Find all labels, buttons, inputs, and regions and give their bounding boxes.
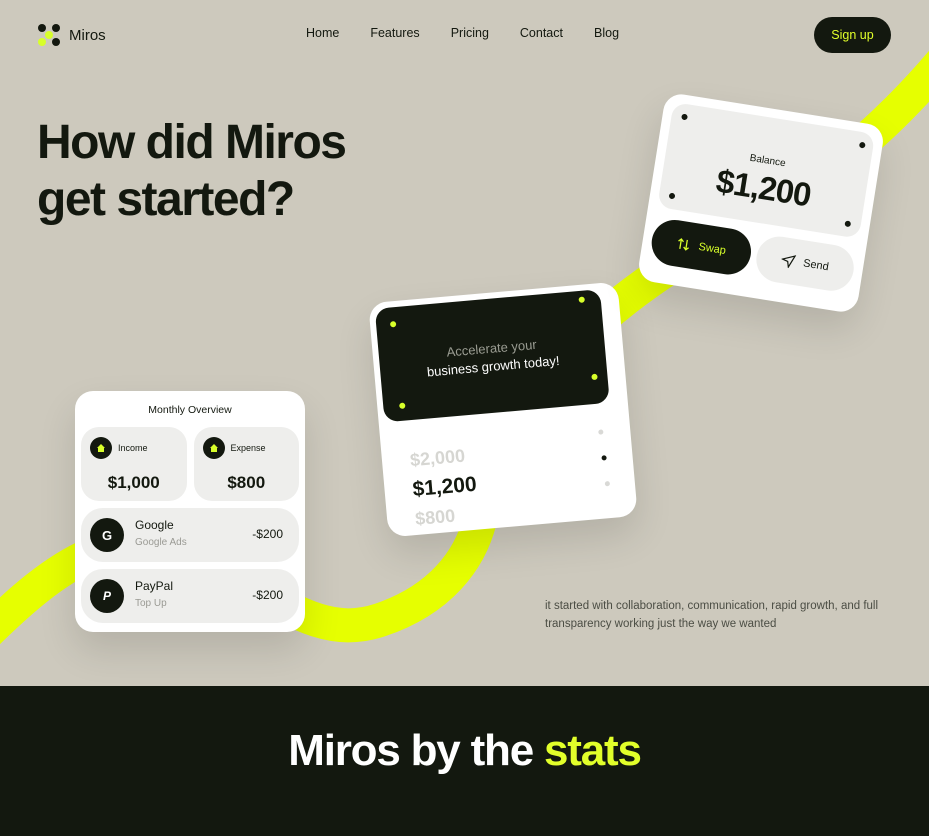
expense-box: Expense $800 <box>193 427 299 501</box>
transaction-subtitle: Google Ads <box>135 537 187 548</box>
nav-link-blog[interactable]: Blog <box>594 26 619 40</box>
expense-label: Expense <box>230 443 266 453</box>
transaction-row[interactable]: P PayPal Top Up -$200 <box>81 569 299 623</box>
transaction-amount: -$200 <box>252 527 283 541</box>
transaction-row[interactable]: G Google Google Ads -$200 <box>81 508 299 562</box>
top-navbar: Miros Home Features Pricing Contact Blog… <box>0 0 929 70</box>
growth-value-current: $1,200 <box>411 472 478 502</box>
income-amount: $1,000 <box>107 473 160 492</box>
transaction-amount: -$200 <box>252 588 283 602</box>
headline-line-2: get started? <box>37 173 295 226</box>
transaction-name: PayPal <box>135 579 174 593</box>
home-icon <box>90 437 112 459</box>
google-icon: G <box>90 518 124 552</box>
stats-title-prefix: Miros by the <box>288 726 545 775</box>
growth-value-faded: $800 <box>414 505 456 530</box>
income-label: Income <box>118 443 148 453</box>
send-label: Send <box>802 257 830 274</box>
nav-link-features[interactable]: Features <box>370 26 419 40</box>
stats-section: Miros by the stats <box>0 686 929 836</box>
swap-button[interactable]: Swap <box>648 216 755 278</box>
growth-value-faded: $2,000 <box>409 445 466 471</box>
hero-section: Miros Home Features Pricing Contact Blog… <box>0 0 929 686</box>
stats-title: Miros by the stats <box>0 726 929 776</box>
transaction-subtitle: Top Up <box>135 598 167 609</box>
paypal-icon: P <box>90 579 124 613</box>
nav-link-contact[interactable]: Contact <box>520 26 563 40</box>
brand-logo[interactable]: Miros <box>38 24 106 46</box>
growth-card: Accelerate your business growth today! $… <box>368 281 638 538</box>
hero-description: it started with collaboration, communica… <box>545 600 879 630</box>
send-button[interactable]: Send <box>753 233 858 295</box>
overview-summary: Income $1,000 Expense $800 <box>81 427 299 501</box>
logo-icon <box>38 24 60 46</box>
growth-banner: Accelerate your business growth today! <box>374 289 610 423</box>
monthly-overview-card: Monthly Overview Income $1,000 Expense $… <box>75 391 305 632</box>
brand-name: Miros <box>69 26 106 44</box>
nav-links: Home Features Pricing Contact Blog <box>306 26 650 40</box>
swap-icon <box>678 238 690 251</box>
nav-link-pricing[interactable]: Pricing <box>451 26 489 40</box>
overview-title: Monthly Overview <box>148 404 232 416</box>
hero-headline: How did Miros get started? <box>37 114 347 228</box>
home-icon <box>202 437 225 459</box>
send-icon <box>780 255 797 269</box>
balance-card: Balance $1,200 Swap Send <box>636 91 886 315</box>
stats-title-highlight: stats <box>544 726 642 775</box>
expense-amount: $800 <box>227 473 266 492</box>
signup-button[interactable]: Sign up <box>814 17 891 53</box>
swap-label: Swap <box>697 240 727 258</box>
transaction-name: Google <box>135 518 174 532</box>
nav-link-home[interactable]: Home <box>306 26 339 40</box>
headline-line-1: How did Miros <box>37 116 347 169</box>
balance-display: Balance $1,200 <box>657 102 876 239</box>
income-box: Income $1,000 <box>81 427 187 501</box>
